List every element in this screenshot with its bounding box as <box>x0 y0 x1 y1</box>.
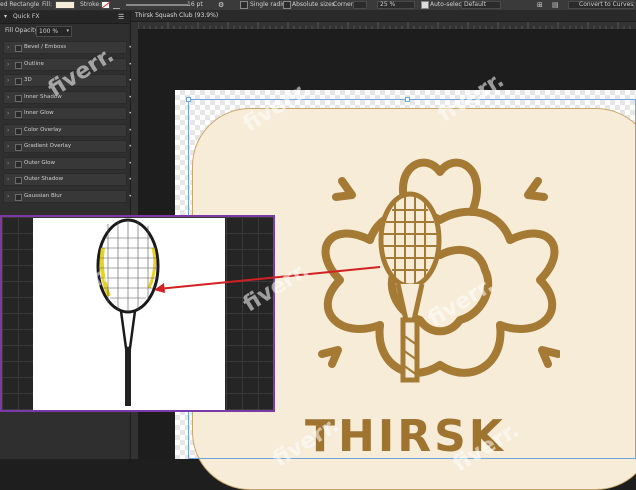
fx-label: Color Overlay <box>24 126 62 133</box>
fx-checkbox[interactable] <box>15 94 22 102</box>
corner-value: 25 % <box>380 1 396 8</box>
stroke-width-value: 16 pt <box>187 1 203 8</box>
fx-checkbox[interactable] <box>15 61 22 69</box>
auto-select-dropdown[interactable]: Default <box>461 1 501 9</box>
fx-checkbox[interactable] <box>15 160 22 168</box>
fx-checkbox[interactable] <box>15 193 22 201</box>
fx-label: Outline <box>24 60 44 67</box>
stroke-swatch[interactable] <box>101 1 110 9</box>
fx-checkbox[interactable] <box>15 45 22 52</box>
corner-label: Corner: <box>333 1 356 8</box>
absolute-sizes-label: Absolute sizes <box>292 1 335 8</box>
absolute-sizes-checkbox[interactable] <box>283 1 291 9</box>
auto-select-checkbox[interactable] <box>421 1 429 9</box>
fx-checkbox[interactable] <box>15 144 22 151</box>
align-icon[interactable]: ⊞ <box>537 1 543 9</box>
fx-label: Gaussian Blur <box>24 192 63 199</box>
chevron-right-icon[interactable]: › <box>7 193 9 200</box>
chevron-right-icon[interactable]: › <box>7 110 9 117</box>
fx-row[interactable]: ›Outer Shadow• <box>3 173 132 186</box>
fx-label: Inner Glow <box>24 110 54 116</box>
fx-label: Outer Glow <box>24 159 56 166</box>
fill-opacity-row: Fill Opacity: 100 % ▾ <box>0 24 130 38</box>
fx-checkbox[interactable] <box>15 78 22 85</box>
document-tab[interactable]: Thirsk Squash Club (93.9%) <box>135 12 218 19</box>
auto-select-value: Default <box>464 1 486 8</box>
panel-tab-bar: ▾ Quick FX ☰ <box>0 11 130 24</box>
selection-handle[interactable] <box>405 97 410 102</box>
selection-handle[interactable] <box>186 97 191 102</box>
panel-menu-icon[interactable]: ☰ <box>118 13 124 21</box>
tab-quick-fx[interactable]: Quick FX <box>13 13 39 21</box>
stroke-width-slider[interactable] <box>126 4 188 6</box>
chevron-right-icon[interactable]: › <box>7 77 9 84</box>
fill-opacity-label: Fill Opacity: <box>5 27 40 34</box>
stroke-label: Stroke: <box>80 1 102 8</box>
context-toolbar: ed Rectangle Fill: Stroke: 16 pt ⚙ Singl… <box>0 0 636 11</box>
single-radius-checkbox[interactable] <box>240 1 248 9</box>
tool-name-label: ed Rectangle <box>0 1 40 8</box>
corner-value-field[interactable]: 25 % <box>377 1 415 9</box>
transform-icon[interactable]: ▤ <box>552 1 559 9</box>
fill-opacity-field[interactable]: 100 % ▾ <box>36 26 72 37</box>
chevron-right-icon[interactable]: › <box>7 94 9 101</box>
gear-icon[interactable]: ⚙ <box>218 1 224 9</box>
fx-row[interactable]: ›Gaussian Blur• <box>3 189 132 203</box>
fx-label: Gradient Overlay <box>24 143 72 149</box>
fx-row[interactable]: ›Color Overlay• <box>3 123 132 137</box>
fx-checkbox[interactable] <box>15 177 22 184</box>
ruler-horizontal[interactable] <box>138 22 636 29</box>
fx-checkbox[interactable] <box>15 111 22 118</box>
fx-row[interactable]: ›Gradient Overlay• <box>3 140 132 153</box>
fx-row[interactable]: ›Inner Glow• <box>3 107 132 120</box>
chevron-right-icon[interactable]: › <box>7 176 9 183</box>
chevron-down-icon[interactable]: ▾ <box>66 28 69 34</box>
fx-label: 3D <box>24 77 32 83</box>
fx-row[interactable]: ›Outer Glow• <box>3 156 132 170</box>
fill-opacity-value: 100 % <box>39 28 59 35</box>
fill-label: Fill: <box>42 1 53 8</box>
convert-label: Convert to Curves <box>579 1 634 8</box>
collapse-icon[interactable]: ▾ <box>4 13 7 21</box>
chevron-right-icon[interactable]: › <box>7 160 9 167</box>
chevron-right-icon[interactable]: › <box>7 127 9 134</box>
fill-swatch[interactable] <box>55 1 75 9</box>
corner-type-dropdown[interactable] <box>353 1 367 9</box>
fx-label: Bevel / Emboss <box>24 44 67 50</box>
chevron-right-icon[interactable]: › <box>7 143 9 150</box>
fx-checkbox[interactable] <box>15 127 22 135</box>
document-tab-bar: Thirsk Squash Club (93.9%) <box>131 11 636 21</box>
fx-label: Outer Shadow <box>24 176 64 182</box>
convert-to-curves-button[interactable]: Convert to Curves <box>568 1 634 9</box>
chevron-right-icon[interactable]: › <box>7 61 9 68</box>
chevron-right-icon[interactable]: › <box>7 44 9 51</box>
stroke-style-icon[interactable] <box>113 2 120 9</box>
